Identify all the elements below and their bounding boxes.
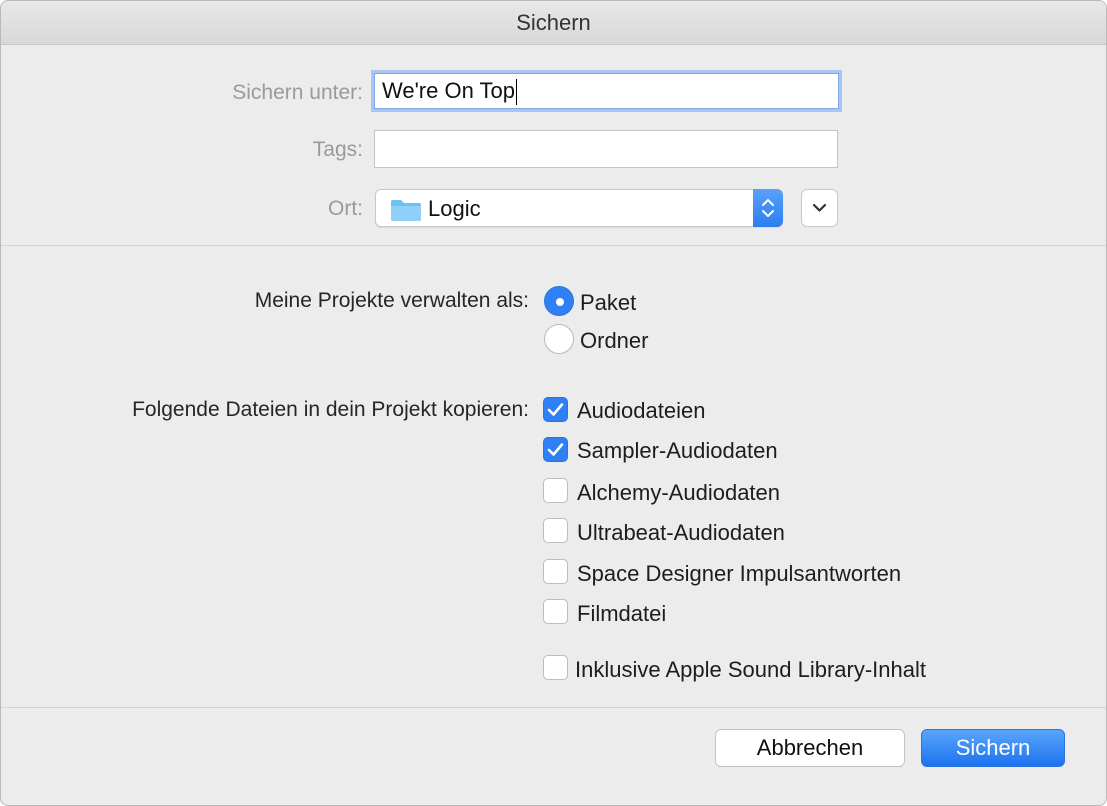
location-value: Logic: [428, 196, 481, 221]
save-as-field[interactable]: We're On Top: [374, 73, 839, 109]
checkbox-space-designer-label[interactable]: Space Designer Impulsantworten: [577, 561, 901, 587]
checkmark-icon: [547, 443, 564, 456]
tags-label: Tags:: [312, 138, 363, 161]
checkbox-space-designer[interactable]: [543, 559, 568, 584]
checkbox-apple-sound-library[interactable]: [543, 655, 568, 680]
location-popup[interactable]: Logic: [375, 189, 783, 227]
save-dialog: Sichern Sichern unter: We're On Top Tags…: [0, 0, 1107, 806]
dialog-title: Sichern: [1, 1, 1106, 45]
checkmark-icon: [547, 403, 564, 416]
radio-ordner-label[interactable]: Ordner: [580, 328, 648, 354]
save-as-label: Sichern unter:: [232, 81, 363, 104]
expand-button[interactable]: [801, 189, 838, 227]
checkbox-filmdatei[interactable]: [543, 599, 568, 624]
checkbox-sampler-label[interactable]: Sampler-Audiodaten: [577, 438, 778, 464]
location-label: Ort:: [328, 197, 363, 220]
checkbox-filmdatei-label[interactable]: Filmdatei: [577, 601, 666, 627]
checkbox-ultrabeat-label[interactable]: Ultrabeat-Audiodaten: [577, 520, 785, 546]
radio-paket[interactable]: [544, 286, 574, 316]
checkbox-audiodateien[interactable]: [543, 397, 568, 422]
save-button[interactable]: Sichern: [921, 729, 1065, 767]
chevron-down-icon: [812, 203, 827, 212]
tags-field[interactable]: [374, 130, 838, 168]
divider-bottom: [1, 707, 1106, 708]
radio-ordner[interactable]: [544, 324, 574, 354]
checkbox-alchemy[interactable]: [543, 478, 568, 503]
manage-label: Meine Projekte verwalten als:: [254, 289, 529, 312]
checkbox-apple-sound-library-label[interactable]: Inklusive Apple Sound Library-Inhalt: [575, 657, 926, 683]
checkbox-alchemy-label[interactable]: Alchemy-Audiodaten: [577, 480, 780, 506]
divider-top: [1, 245, 1106, 246]
checkbox-ultrabeat[interactable]: [543, 518, 568, 543]
text-caret: [516, 79, 518, 106]
folder-icon: [391, 200, 421, 221]
cancel-button[interactable]: Abbrechen: [715, 729, 905, 767]
copy-label: Folgende Dateien in dein Projekt kopiere…: [132, 398, 529, 421]
popup-stepper-icon[interactable]: [753, 189, 783, 227]
checkbox-audiodateien-label[interactable]: Audiodateien: [577, 398, 705, 424]
radio-paket-label[interactable]: Paket: [580, 290, 636, 316]
checkbox-sampler[interactable]: [543, 437, 568, 462]
save-as-value: We're On Top: [382, 78, 516, 103]
